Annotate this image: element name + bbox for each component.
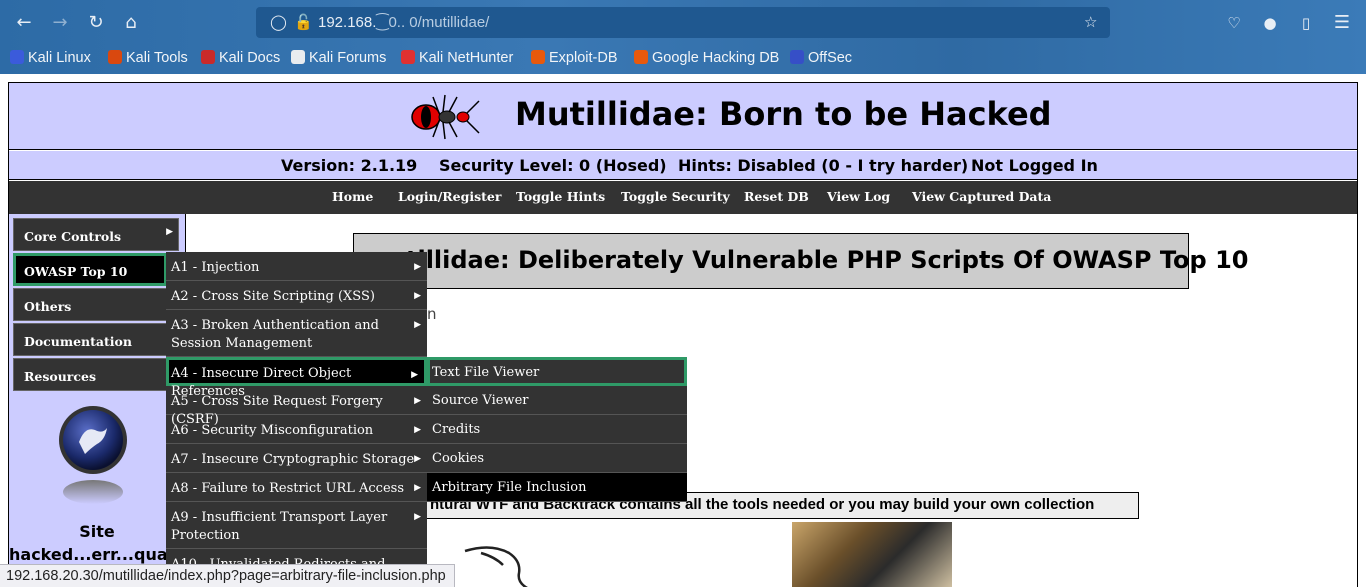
bookmark-item[interactable]: Google Hacking DB [634,45,779,71]
reload-icon[interactable]: ↻ [83,10,109,36]
menu-others[interactable]: Others [13,288,179,321]
account-icon[interactable]: ● [1257,10,1283,36]
menu-item-a8[interactable]: A8 - Failure to Restrict URL Access ▶ [166,473,427,502]
bookmark-item[interactable]: Kali NetHunter [401,45,513,71]
submenu-text-file-viewer[interactable]: Text File Viewer [427,357,687,386]
nav-view-captured-data[interactable]: View Captured Data [912,189,1051,204]
partial-text: n [427,305,437,323]
bookmark-favicon-icon [108,50,122,64]
submenu-arrow-icon: ▶ [414,512,421,522]
nav-toggle-hints[interactable]: Toggle Hints [516,189,605,204]
submenu-credits[interactable]: Credits [427,415,687,444]
bookmark-favicon-icon [291,50,305,64]
submenu-arrow-icon: ▶ [414,396,421,406]
login-status-text: Not Logged In [971,156,1098,175]
bookmark-label: Kali Docs [219,50,281,66]
bookmark-item[interactable]: Kali Docs [201,45,280,71]
security-level-text: Security Level: 0 (Hosed) [439,156,667,175]
submenu-arrow-icon: ▶ [414,425,421,435]
bookmark-label: Exploit-DB [549,50,618,66]
menu-item-a2[interactable]: A2 - Cross Site Scripting (XSS) ▶ [166,281,427,310]
a4-submenu: Text File Viewer Source Viewer Credits C… [427,357,687,502]
insecure-lock-icon[interactable]: 🔓 [294,7,313,38]
owasp-logo-icon [59,406,127,504]
bookmark-label: Kali NetHunter [419,50,514,66]
submenu-arrow-icon: ▶ [414,291,421,301]
submenu-arrow-icon: ▶ [411,370,418,380]
bookmark-star-icon[interactable]: ☆ [1084,7,1097,38]
browser-toolbar: ← → ↻ ⌂ ◯ 🔓 192.168.⁐0.. 0/mutillidae/ ☆… [0,0,1366,74]
bookmark-label: Kali Linux [28,50,91,66]
owasp-dropdown-menu: A1 - Injection ▶ A2 - Cross Site Scriptin… [166,252,427,587]
bookmark-item[interactable]: Exploit-DB [531,45,618,71]
menu-resources[interactable]: Resources [13,358,179,391]
link-status-tooltip: 192.168.20.30/mutillidae/index.php?page=… [0,564,455,587]
submenu-cookies[interactable]: Cookies [427,444,687,473]
bookmark-favicon-icon [401,50,415,64]
bookmark-favicon-icon [634,50,648,64]
bookmark-item[interactable]: OffSec [790,45,852,71]
url-text[interactable]: 192.168.⁐0.. 0/mutillidae/ [318,7,489,38]
pocket-icon[interactable]: ♡ [1221,10,1247,36]
version-text: Version: 2.1.19 [281,156,418,175]
submenu-arrow-icon: ▶ [414,320,421,330]
back-icon[interactable]: ← [11,10,37,36]
bookmark-label: Kali Forums [309,50,387,66]
bookmark-favicon-icon [790,50,804,64]
kali-dragon-icon [464,546,528,587]
bookmark-label: Kali Tools [126,50,188,66]
menu-item-a3[interactable]: A3 - Broken Authentication and Session M… [166,310,427,357]
nav-home[interactable]: Home [332,189,373,204]
bookmark-favicon-icon [201,50,215,64]
submenu-source-viewer[interactable]: Source Viewer [427,386,687,415]
bookmark-item[interactable]: Kali Tools [108,45,188,71]
menu-item-a7[interactable]: A7 - Insecure Cryptographic Storage ▶ [166,444,427,473]
submenu-arrow-icon: ▶ [414,262,421,272]
site-header: Mutillidae: Born to be Hacked [9,83,1357,150]
nav-view-log[interactable]: View Log [827,189,890,204]
menu-owasp-top-10[interactable]: OWASP Top 10 [13,253,167,286]
extensions-icon[interactable]: ▯ [1293,10,1319,36]
menu-icon[interactable]: ☰ [1329,10,1355,36]
menu-item-a1[interactable]: A1 - Injection ▶ [166,252,427,281]
nav-reset-db[interactable]: Reset DB [744,189,809,204]
site-title: Mutillidae: Born to be Hacked [515,95,1052,133]
forward-icon[interactable]: → [47,10,73,36]
menu-item-a4[interactable]: A4 - Insecure Direct Object References ▶ [166,357,427,399]
submenu-arrow-icon: ▶ [166,227,173,237]
hints-status-text: Hints: Disabled (0 - I try harder) [678,156,969,175]
menu-documentation[interactable]: Documentation [13,323,179,356]
ant-logo-icon [411,94,480,140]
left-sidebar: Core Controls ▶ OWASP Top 10 Others Docum… [9,214,187,587]
nav-login-register[interactable]: Login/Register [398,189,501,204]
bookmark-item[interactable]: Kali Forums [291,45,386,71]
menu-core-controls[interactable]: Core Controls ▶ [13,218,179,251]
menu-item-a5[interactable]: A5 - Cross Site Request Forgery (CSRF) ▶ [166,386,427,427]
home-icon[interactable]: ⌂ [118,10,144,36]
bookmarks-bar: Kali Linux Kali Tools Kali Docs Kali Forums… [0,45,1366,71]
bookmark-favicon-icon [531,50,545,64]
main-page-title: tillidae: Deliberately Vulnerable PHP Sc… [353,233,1248,289]
submenu-arbitrary-file-inclusion[interactable]: Arbitrary File Inclusion [427,473,687,502]
submenu-arrow-icon: ▶ [414,454,421,464]
nav-toggle-security[interactable]: Toggle Security [621,189,730,204]
bookmark-label: OffSec [808,50,853,66]
menu-item-a9[interactable]: A9 - Insufficient Transport Layer Protec… [166,502,427,549]
url-bar[interactable]: ◯ 🔓 192.168.⁐0.. 0/mutillidae/ ☆ [256,7,1110,38]
bookmark-item[interactable]: Kali Linux [10,45,91,71]
top-navigation: Home Login/Register Toggle Hints Toggle … [9,181,1357,214]
site-hacked-text: Site hacked...err...qualit [9,522,187,564]
shield-icon[interactable]: ◯ [270,7,287,38]
status-row: Version: 2.1.19 Security Level: 0 (Hosed… [9,151,1357,180]
hacker-image [792,522,952,587]
menu-item-a6[interactable]: A6 - Security Misconfiguration ▶ [166,415,427,444]
bookmark-label: Google Hacking DB [652,50,780,66]
bookmark-favicon-icon [10,50,24,64]
submenu-arrow-icon: ▶ [414,483,421,493]
